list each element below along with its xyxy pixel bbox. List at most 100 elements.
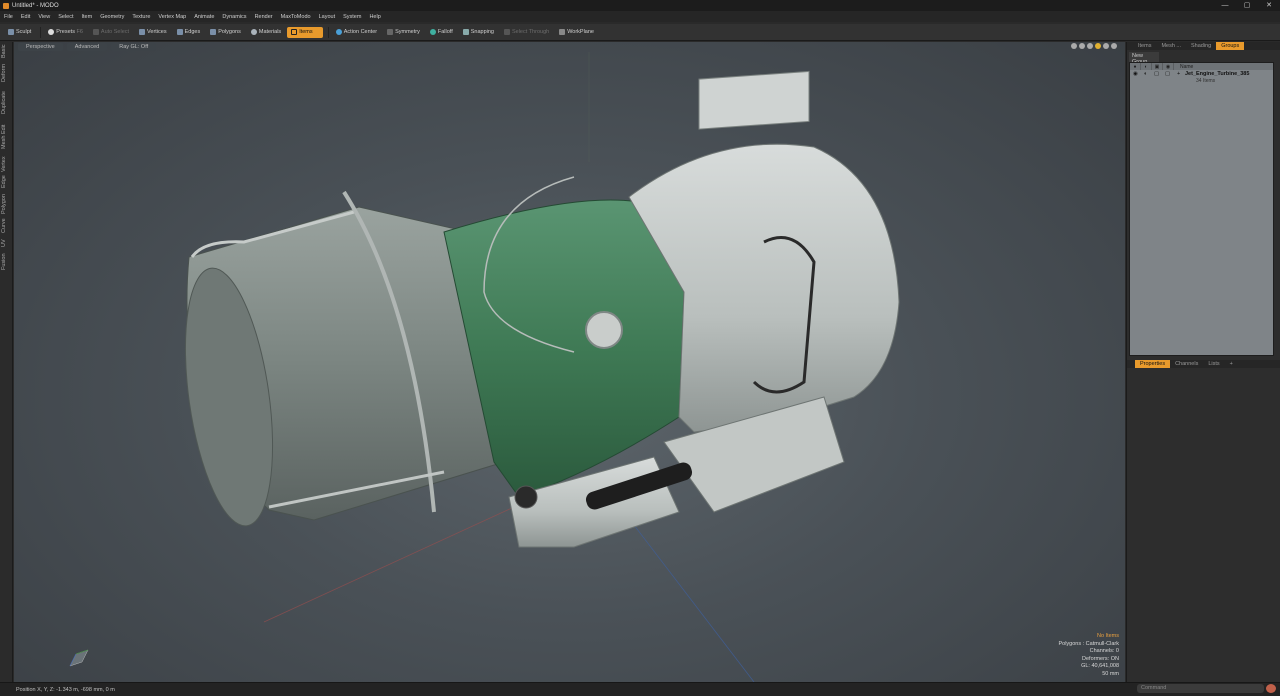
menu-vertex-map[interactable]: Vertex Map	[158, 14, 186, 20]
snapping-icon	[462, 29, 469, 35]
polygons-status: Polygons : Catmull-Clark	[1058, 640, 1119, 647]
brush-icon	[8, 29, 14, 35]
tab-channels[interactable]: Channels	[1170, 360, 1203, 368]
snapping-button[interactable]: Snapping	[459, 27, 498, 38]
polygons-icon	[210, 29, 217, 35]
engine-model-render	[184, 52, 900, 682]
group-item-count: 34 Items	[1196, 78, 1216, 84]
menu-layout[interactable]: Layout	[319, 14, 336, 20]
falloff-icon	[429, 29, 436, 35]
groups-list-header: ● ◐ ▣ ◉ Name	[1130, 63, 1273, 70]
name-column-header: Name	[1180, 63, 1194, 70]
edges-button[interactable]: Edges	[173, 27, 205, 38]
selection-status: No Items	[1096, 633, 1119, 639]
render-icon[interactable]: ◐	[1144, 71, 1147, 77]
menu-view[interactable]: View	[38, 14, 50, 20]
command-input[interactable]: Command	[1137, 684, 1264, 693]
eye-icon[interactable]: ◉	[1133, 71, 1138, 77]
command-history-icon[interactable]	[1266, 684, 1276, 693]
tab-items[interactable]: Items	[1133, 42, 1156, 50]
tab-curve[interactable]: Curve	[1, 218, 12, 234]
auto-select-button[interactable]: Auto Select	[89, 27, 133, 38]
modo-logo-icon	[3, 2, 9, 9]
tab-groups[interactable]: Groups	[1216, 42, 1245, 50]
menu-item[interactable]: Item	[81, 14, 92, 20]
tab-duplicate[interactable]: Duplicate	[1, 88, 12, 118]
polygons-button[interactable]: Polygons	[206, 27, 245, 38]
tab-deform[interactable]: Deform	[1, 62, 12, 84]
select-column-icon[interactable]: ◉	[1163, 63, 1174, 70]
falloff-button[interactable]: Falloff	[426, 27, 457, 38]
presets-icon	[48, 29, 55, 35]
materials-button[interactable]: Materials	[247, 27, 285, 38]
items-icon	[291, 29, 298, 35]
menu-geometry[interactable]: Geometry	[100, 14, 124, 20]
3d-viewport[interactable]: Perspective Advanced Ray GL: Off No Item…	[14, 42, 1125, 682]
visibility-column-icon[interactable]: ●	[1130, 63, 1141, 70]
menu-dynamics[interactable]: Dynamics	[222, 14, 246, 20]
deformers-status: Deformers: ON	[1082, 655, 1119, 662]
items-button[interactable]: Items	[287, 26, 323, 38]
tab-lists[interactable]: Lists	[1203, 360, 1224, 368]
menu-select[interactable]: Select	[58, 14, 73, 20]
menu-texture[interactable]: Texture	[132, 14, 150, 20]
menu-render[interactable]: Render	[255, 14, 273, 20]
action-center-button[interactable]: Action Center	[332, 27, 381, 38]
checkbox-icon[interactable]: ▢	[1165, 71, 1170, 77]
workplane-button[interactable]: WorkPlane	[555, 27, 598, 38]
list-item-sub: 34 Items	[1130, 78, 1273, 86]
menu-maxtomodo[interactable]: MaxToModo	[281, 14, 311, 20]
tab-uv[interactable]: UV	[1, 238, 12, 248]
maximize-icon[interactable]: ▢	[1236, 0, 1258, 11]
tab-vertex[interactable]: Vertex	[1, 155, 12, 173]
sculpt-button[interactable]: Sculpt	[4, 27, 35, 38]
tab-edge[interactable]: Edge	[1, 175, 12, 189]
tab-properties[interactable]: Properties	[1135, 360, 1171, 368]
status-bar: Position X, Y, Z: -1.343 m, -698 mm, 0 m	[0, 682, 1280, 696]
properties-panel	[1127, 368, 1280, 678]
menu-edit[interactable]: Edit	[21, 14, 30, 20]
window-title: Untitled* - MODO	[12, 2, 59, 9]
render-column-icon[interactable]: ◐	[1141, 63, 1152, 70]
properties-tabs: Properties Channels Lists +	[1127, 360, 1280, 368]
action-center-icon	[335, 29, 342, 35]
toolbar-divider	[40, 26, 42, 38]
lock-icon[interactable]: ▢	[1154, 71, 1159, 77]
window-controls: — ▢ ✕	[1214, 0, 1280, 11]
add-tab-button[interactable]: +	[1225, 360, 1238, 368]
auto-select-icon	[92, 29, 99, 35]
gl-status: GL: 40,641,008	[1081, 663, 1119, 669]
list-item[interactable]: ◉ ◐ ▢ ▢ + Jet_Engine_Turbine_385	[1130, 70, 1273, 78]
symmetry-button[interactable]: Symmetry	[383, 27, 424, 38]
toolbar-divider	[327, 26, 329, 38]
tab-mesh-edit[interactable]: Mesh Edit	[1, 122, 12, 152]
viewport-stats: No Items Polygons : Catmull-Clark Channe…	[1058, 633, 1119, 678]
channels-status: Channels: 0	[1089, 648, 1119, 654]
symmetry-icon	[387, 29, 394, 35]
vertices-icon	[139, 29, 146, 35]
minimize-icon[interactable]: —	[1214, 0, 1236, 11]
expand-icon[interactable]: +	[1177, 71, 1180, 77]
menu-bar: File Edit View Select Item Geometry Text…	[0, 11, 1280, 22]
select-through-button[interactable]: Select Through	[500, 27, 553, 38]
edges-icon	[176, 29, 183, 35]
vertices-button[interactable]: Vertices	[135, 27, 171, 38]
presets-button[interactable]: Presets F6	[44, 27, 87, 38]
main-toolbar: Sculpt Presets F6 Auto Select Vertices E…	[0, 24, 1280, 41]
position-readout: Position X, Y, Z: -1.343 m, -698 mm, 0 m	[16, 686, 115, 693]
menu-animate[interactable]: Animate	[194, 14, 214, 20]
lock-column-icon[interactable]: ▣	[1152, 63, 1163, 70]
menu-help[interactable]: Help	[369, 14, 380, 20]
scale-status: 50 mm	[1102, 670, 1119, 677]
close-icon[interactable]: ✕	[1258, 0, 1280, 11]
menu-file[interactable]: File	[4, 14, 13, 20]
menu-system[interactable]: System	[343, 14, 361, 20]
right-panel: Items Mesh ... Shading Groups New Group …	[1126, 42, 1280, 682]
tab-fusion[interactable]: Fusion	[1, 252, 12, 272]
groups-list[interactable]: ● ◐ ▣ ◉ Name ◉ ◐ ▢ ▢ + Jet_Engine_Turbin…	[1129, 62, 1274, 356]
tab-mesh[interactable]: Mesh ...	[1156, 42, 1186, 50]
tab-basic[interactable]: Basic	[1, 44, 12, 58]
tab-polygon[interactable]: Polygon	[1, 193, 12, 215]
tab-shading[interactable]: Shading	[1186, 42, 1216, 50]
scene-tabs: Items Mesh ... Shading Groups	[1127, 42, 1280, 50]
